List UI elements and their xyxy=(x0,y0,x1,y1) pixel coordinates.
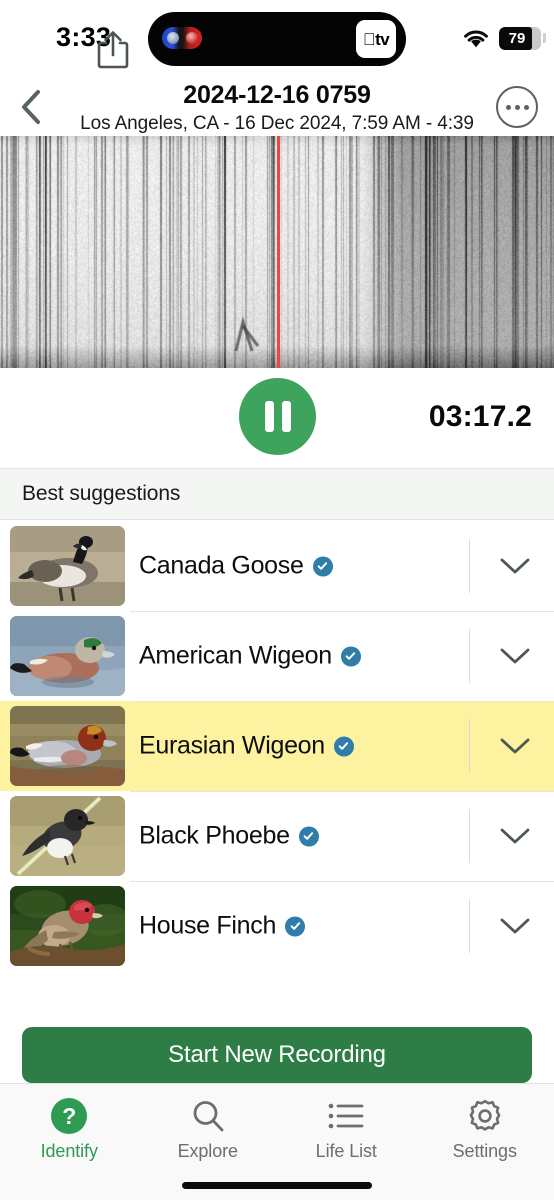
list-icon xyxy=(328,1097,364,1135)
apple-logo-icon:  xyxy=(363,31,376,48)
suggestion-row[interactable]: Black Phoebe xyxy=(0,791,554,881)
verified-badge-icon xyxy=(285,916,306,936)
dynamic-island[interactable]: tv xyxy=(148,12,406,66)
tab-bar: ? Identify Explore Life List Settings xyxy=(0,1083,554,1200)
tab-identify-label: Identify xyxy=(40,1141,98,1161)
tab-settings[interactable]: Settings xyxy=(416,1084,554,1200)
row-divider xyxy=(130,881,554,882)
gear-icon xyxy=(466,1097,504,1135)
chevron-down-icon xyxy=(500,918,530,934)
bird-name-group: Eurasian Wigeon xyxy=(139,732,354,761)
chevron-down-icon xyxy=(500,828,530,844)
apple-tv-badge[interactable]: tv xyxy=(356,20,396,58)
bird-name: Eurasian Wigeon xyxy=(139,731,325,760)
share-icon xyxy=(97,31,129,69)
chevron-down-icon xyxy=(500,648,530,664)
nav-title-block: 2024-12-16 0759 Los Angeles, CA - 16 Dec… xyxy=(70,80,484,137)
more-options-button[interactable] xyxy=(496,86,538,128)
row-vertical-divider xyxy=(469,809,470,863)
back-button[interactable] xyxy=(8,84,54,130)
verified-badge-icon xyxy=(333,736,354,756)
nav-bar: 2024-12-16 0759 Los Angeles, CA - 16 Dec… xyxy=(0,78,554,136)
expand-row-button[interactable] xyxy=(498,549,532,583)
tab-settings-label: Settings xyxy=(452,1141,517,1161)
app-root: 3:33 tv 79 2024-12-16 0759 Los Angele xyxy=(0,0,554,1200)
bird-name-group: American Wigeon xyxy=(139,642,361,671)
suggestions-list: Canada Goose American Wigeon Eurasian Wi… xyxy=(0,521,554,971)
wifi-icon xyxy=(464,30,488,48)
spectrogram[interactable] xyxy=(0,136,554,368)
bird-name-group: Black Phoebe xyxy=(139,822,319,851)
house-finch-photo[interactable] xyxy=(10,886,125,966)
row-divider xyxy=(130,701,554,702)
battery-percent-label: 79 xyxy=(508,30,526,47)
bird-name: American Wigeon xyxy=(139,641,332,670)
bird-name: House Finch xyxy=(139,911,277,940)
suggestion-row[interactable]: Eurasian Wigeon xyxy=(0,701,554,791)
page-title: 2024-12-16 0759 xyxy=(183,81,371,109)
bird-name-group: Canada Goose xyxy=(139,552,333,581)
question-mark-badge: ? xyxy=(51,1098,88,1134)
more-dot xyxy=(523,104,529,110)
expand-row-button[interactable] xyxy=(498,639,532,673)
expand-row-button[interactable] xyxy=(498,729,532,763)
chevron-left-icon xyxy=(22,90,40,124)
battery-cap xyxy=(543,33,546,43)
sports-teams-icon xyxy=(162,27,202,49)
eurasian-wigeon-photo[interactable] xyxy=(10,706,125,786)
row-divider xyxy=(130,791,554,792)
row-vertical-divider xyxy=(469,899,470,953)
share-button[interactable] xyxy=(88,24,138,76)
status-bar: 3:33 tv 79 xyxy=(0,0,554,78)
question-mark-circle-icon: ? xyxy=(51,1097,88,1135)
row-vertical-divider xyxy=(469,719,470,773)
apple-tv-label: tv xyxy=(368,29,390,49)
verified-badge-icon xyxy=(340,646,361,666)
tab-explore-label: Explore xyxy=(177,1141,238,1161)
suggestions-header-label: Best suggestions xyxy=(22,482,181,505)
pause-icon-bar xyxy=(264,401,274,432)
expand-row-button[interactable] xyxy=(498,909,532,943)
verified-badge-icon xyxy=(312,556,333,576)
play-pause-button[interactable] xyxy=(239,378,316,455)
suggestion-row[interactable]: Canada Goose xyxy=(0,521,554,611)
magnifier-icon xyxy=(190,1097,226,1135)
more-dot xyxy=(505,104,511,110)
bird-name-group: House Finch xyxy=(139,911,306,941)
battery-icon: 79 xyxy=(499,27,541,50)
american-wigeon-photo[interactable] xyxy=(10,616,125,696)
bird-name: Black Phoebe xyxy=(139,821,290,850)
page-subtitle: Los Angeles, CA - 16 Dec 2024, 7:59 AM -… xyxy=(80,113,474,134)
suggestion-row[interactable]: American Wigeon xyxy=(0,611,554,701)
chevron-down-icon xyxy=(500,738,530,754)
bird-name: Canada Goose xyxy=(139,551,304,580)
tab-life-list-label: Life List xyxy=(315,1141,377,1161)
playhead-line[interactable] xyxy=(277,136,280,368)
start-new-recording-button[interactable]: Start New Recording xyxy=(22,1027,532,1083)
expand-row-button[interactable] xyxy=(498,819,532,853)
more-dot xyxy=(514,104,520,110)
suggestions-header: Best suggestions xyxy=(0,468,554,520)
row-vertical-divider xyxy=(469,539,470,593)
row-divider xyxy=(130,611,554,612)
verified-badge-icon xyxy=(298,826,319,846)
chevron-down-icon xyxy=(500,558,530,574)
home-indicator xyxy=(182,1182,372,1189)
pause-icon-bar xyxy=(281,401,291,432)
canada-goose-photo[interactable] xyxy=(10,526,125,606)
black-phoebe-photo[interactable] xyxy=(10,796,125,876)
tab-identify[interactable]: ? Identify xyxy=(0,1084,139,1200)
row-vertical-divider xyxy=(469,629,470,683)
elapsed-time: 03:17.2 xyxy=(428,400,532,433)
suggestion-row[interactable]: House Finch xyxy=(0,881,554,971)
